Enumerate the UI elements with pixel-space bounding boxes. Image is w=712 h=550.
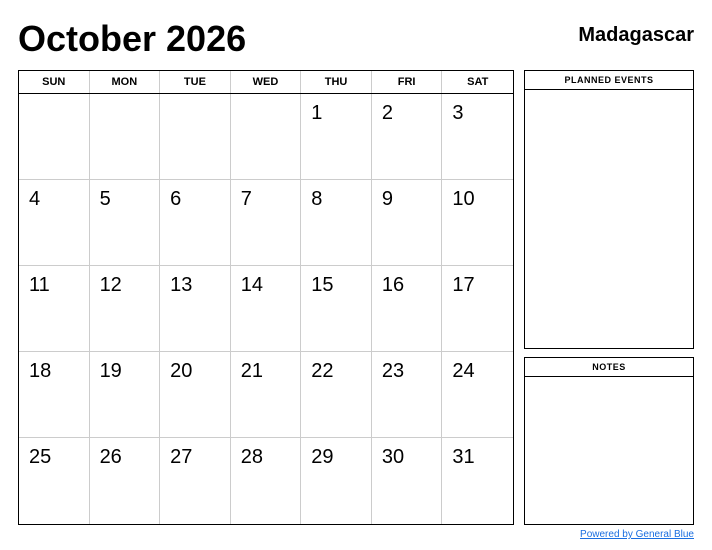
day-header-wed: WED — [231, 71, 302, 93]
day-number: 10 — [452, 188, 474, 211]
day-number: 27 — [170, 446, 192, 469]
day-cell: 11 — [19, 266, 90, 351]
week-row-4: 18 19 20 21 22 23 24 — [19, 352, 513, 438]
page: October 2026 Madagascar SUNMONTUEWEDTHUF… — [0, 0, 712, 550]
day-cell — [160, 94, 231, 179]
day-cell: 24 — [442, 352, 513, 437]
day-cell: 30 — [372, 438, 443, 524]
day-number: 8 — [311, 188, 322, 211]
day-number: 16 — [382, 274, 404, 297]
day-number: 7 — [241, 188, 252, 211]
week-row-2: 4 5 6 7 8 9 10 — [19, 180, 513, 266]
day-number: 2 — [382, 102, 393, 125]
day-cell: 12 — [90, 266, 161, 351]
planned-events-content — [525, 90, 693, 348]
footer: Powered by General Blue — [18, 529, 694, 540]
day-number: 25 — [29, 446, 51, 469]
day-number: 28 — [241, 446, 263, 469]
day-number: 22 — [311, 360, 333, 383]
day-cell: 31 — [442, 438, 513, 524]
day-cell — [90, 94, 161, 179]
day-number: 12 — [100, 274, 122, 297]
calendar-day-headers: SUNMONTUEWEDTHUFRISAT — [19, 71, 513, 94]
day-cell: 29 — [301, 438, 372, 524]
notes-title: NOTES — [525, 358, 693, 377]
day-number: 1 — [311, 102, 322, 125]
planned-events-box: PLANNED EVENTS — [524, 70, 694, 349]
day-number: 17 — [452, 274, 474, 297]
page-title: October 2026 — [18, 18, 246, 60]
country-label: Madagascar — [578, 18, 694, 47]
notes-box: NOTES — [524, 357, 694, 525]
day-number: 14 — [241, 274, 263, 297]
day-cell: 28 — [231, 438, 302, 524]
day-number: 31 — [452, 446, 474, 469]
day-cell: 6 — [160, 180, 231, 265]
day-cell: 5 — [90, 180, 161, 265]
day-cell: 3 — [442, 94, 513, 179]
sidebar: PLANNED EVENTS NOTES — [524, 70, 694, 525]
day-number: 20 — [170, 360, 192, 383]
week-row-5: 25 26 27 28 29 30 31 — [19, 438, 513, 524]
day-cell: 25 — [19, 438, 90, 524]
day-cell: 15 — [301, 266, 372, 351]
day-cell: 8 — [301, 180, 372, 265]
day-cell: 19 — [90, 352, 161, 437]
day-number: 13 — [170, 274, 192, 297]
day-number: 21 — [241, 360, 263, 383]
day-cell: 18 — [19, 352, 90, 437]
day-cell: 16 — [372, 266, 443, 351]
day-number: 15 — [311, 274, 333, 297]
day-number: 30 — [382, 446, 404, 469]
day-number: 4 — [29, 188, 40, 211]
day-cell — [19, 94, 90, 179]
week-row-1: 1 2 3 — [19, 94, 513, 180]
day-cell: 7 — [231, 180, 302, 265]
day-header-sat: SAT — [442, 71, 513, 93]
day-cell: 20 — [160, 352, 231, 437]
day-cell: 14 — [231, 266, 302, 351]
day-header-fri: FRI — [372, 71, 443, 93]
footer-link[interactable]: Powered by General Blue — [580, 529, 694, 540]
day-header-tue: TUE — [160, 71, 231, 93]
day-number: 29 — [311, 446, 333, 469]
notes-content — [525, 377, 693, 524]
day-number: 26 — [100, 446, 122, 469]
day-number: 24 — [452, 360, 474, 383]
day-number: 19 — [100, 360, 122, 383]
main-content: SUNMONTUEWEDTHUFRISAT 123456789101112131… — [18, 70, 694, 525]
day-cell: 1 — [301, 94, 372, 179]
day-number: 18 — [29, 360, 51, 383]
calendar-grid: 1234567891011121314151617181920212223242… — [19, 94, 513, 524]
day-cell: 17 — [442, 266, 513, 351]
day-cell: 13 — [160, 266, 231, 351]
header: October 2026 Madagascar — [18, 18, 694, 60]
planned-events-title: PLANNED EVENTS — [525, 71, 693, 90]
day-number: 5 — [100, 188, 111, 211]
day-number: 6 — [170, 188, 181, 211]
day-cell: 21 — [231, 352, 302, 437]
day-number: 3 — [452, 102, 463, 125]
day-header-thu: THU — [301, 71, 372, 93]
day-header-mon: MON — [90, 71, 161, 93]
day-number: 23 — [382, 360, 404, 383]
day-header-sun: SUN — [19, 71, 90, 93]
day-cell: 23 — [372, 352, 443, 437]
day-cell: 9 — [372, 180, 443, 265]
calendar: SUNMONTUEWEDTHUFRISAT 123456789101112131… — [18, 70, 514, 525]
day-cell: 26 — [90, 438, 161, 524]
day-cell — [231, 94, 302, 179]
day-cell: 27 — [160, 438, 231, 524]
day-cell: 22 — [301, 352, 372, 437]
day-number: 9 — [382, 188, 393, 211]
week-row-3: 11 12 13 14 15 16 17 — [19, 266, 513, 352]
day-cell: 10 — [442, 180, 513, 265]
day-cell: 2 — [372, 94, 443, 179]
day-number: 11 — [29, 274, 50, 297]
day-cell: 4 — [19, 180, 90, 265]
